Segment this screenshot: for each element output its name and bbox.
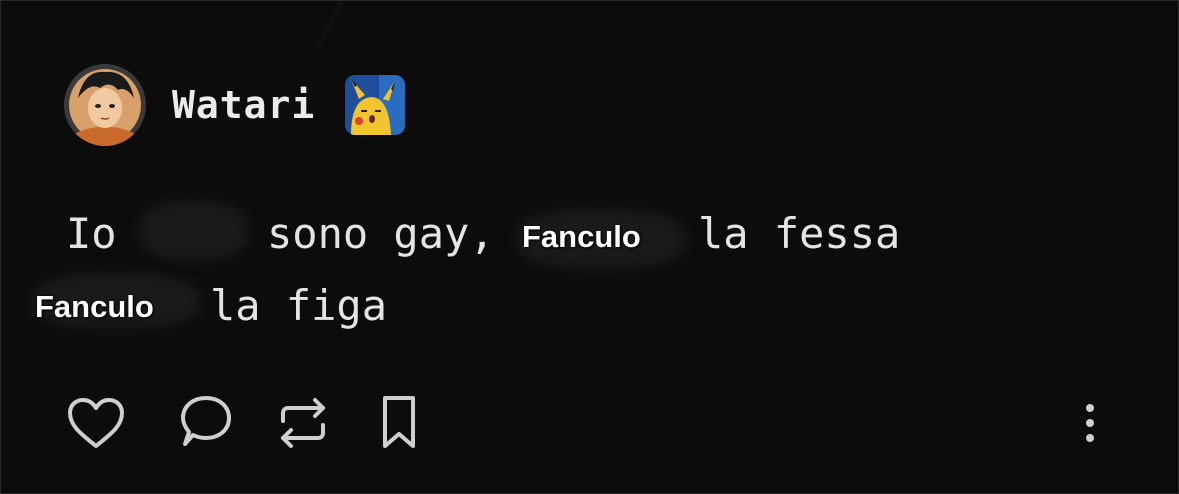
action-bar — [1, 393, 1179, 453]
scribble-censor — [139, 201, 249, 261]
post-card: Watari Io sono gay, la fessa la figa Fan… — [0, 0, 1179, 494]
post-text-segment: la fessa — [698, 209, 901, 258]
text-sticker: Fanculo — [522, 219, 641, 254]
like-button[interactable] — [64, 393, 128, 453]
username[interactable]: Watari — [172, 83, 315, 127]
post-text-word: Io — [66, 209, 117, 258]
text-sticker: Fanculo — [35, 289, 154, 324]
pen-scribble — [314, 1, 344, 52]
comment-bubble-icon — [181, 396, 231, 446]
heart-icon — [68, 398, 124, 448]
avatar[interactable] — [64, 64, 146, 146]
repost-button[interactable] — [271, 393, 335, 453]
repost-icon — [281, 398, 325, 448]
bookmark-button[interactable] — [367, 393, 431, 453]
post-text-segment: sono gay, — [267, 209, 495, 258]
more-vertical-icon — [1086, 404, 1094, 442]
pikachu-badge-icon — [345, 75, 406, 135]
post-header: Watari — [64, 63, 406, 147]
comment-button[interactable] — [173, 393, 237, 453]
more-options-button[interactable] — [1058, 393, 1122, 453]
post-text-segment: la figa — [210, 281, 388, 330]
bookmark-icon — [383, 396, 415, 448]
